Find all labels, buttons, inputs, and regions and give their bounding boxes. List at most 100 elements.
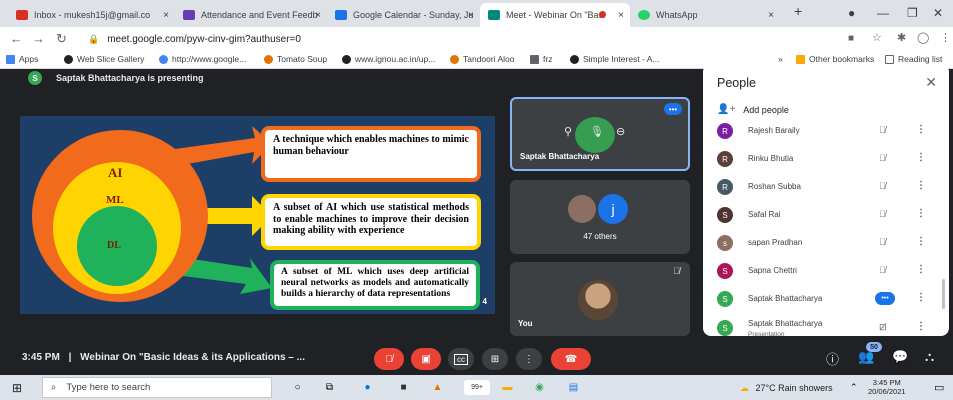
bookmark-tomato-soup[interactable]: Tomato Soup bbox=[264, 54, 327, 64]
participant-more-icon[interactable]: ⋮ bbox=[916, 264, 926, 275]
reload-icon[interactable]: ↻ bbox=[56, 31, 67, 47]
mic-off-icon[interactable]: 🎙̸ bbox=[879, 125, 886, 135]
leave-call-button[interactable]: ☎ bbox=[551, 348, 591, 370]
participant-row[interactable]: R Rinku Bhutia 🎙̸ ⋮ bbox=[703, 145, 949, 173]
participant-more-icon[interactable]: ⋮ bbox=[916, 124, 926, 135]
meeting-details[interactable]: 3:45 PM | Webinar On "Basic Ideas & its … bbox=[22, 352, 305, 363]
new-tab-button[interactable]: + bbox=[794, 3, 802, 19]
taskbar-search[interactable]: ⌕ Type here to search bbox=[42, 377, 272, 398]
bookmarks-overflow-button[interactable]: » bbox=[778, 54, 783, 64]
star-icon[interactable]: ☆ bbox=[872, 31, 882, 44]
other-bookmarks-folder[interactable]: Other bookmarks bbox=[796, 54, 874, 64]
mute-icon[interactable]: 🎙 bbox=[590, 125, 604, 138]
participant-more-icon[interactable]: ⋮ bbox=[916, 321, 926, 332]
profile-circle-icon[interactable]: ● bbox=[848, 6, 855, 20]
bookmark-ignou[interactable]: www.ignou.ac.in/up... bbox=[342, 54, 435, 64]
tile-more-options-icon[interactable]: ••• bbox=[664, 103, 682, 115]
back-arrow-icon[interactable]: ← bbox=[10, 31, 23, 46]
add-people-button[interactable]: 👤+ Add people bbox=[717, 104, 789, 115]
mic-toggle-button[interactable]: 🎙̸ bbox=[374, 348, 404, 370]
present-button[interactable]: ⊞ bbox=[482, 348, 508, 370]
reading-list-icon bbox=[885, 54, 894, 64]
reading-list-button[interactable]: Reading list bbox=[885, 54, 942, 64]
notifications-icon[interactable]: ▭ bbox=[934, 381, 944, 394]
participant-row[interactable]: S Safal Rai 🎙̸ ⋮ bbox=[703, 201, 949, 229]
meeting-separator: | bbox=[68, 352, 72, 363]
windows-start-icon[interactable]: ⊞ bbox=[12, 381, 22, 395]
participant-row[interactable]: S Sapna Chettri 🎙̸ ⋮ bbox=[703, 257, 949, 285]
tab-gmail[interactable]: Inbox - mukesh15j@gmail.co × bbox=[8, 3, 175, 27]
mic-off-icon[interactable]: 🎙̸ bbox=[879, 181, 886, 191]
self-tile[interactable]: 🎙̸ You bbox=[510, 262, 690, 336]
participant-row[interactable]: S Saptak Bhattacharya Presentation ⊡̸ ⋮ bbox=[703, 314, 949, 336]
captions-button[interactable]: cc bbox=[448, 348, 474, 370]
url-field[interactable]: 🔒 meet.google.com/pyw-cinv-gim?authuser=… bbox=[88, 30, 368, 48]
close-icon[interactable]: × bbox=[618, 10, 624, 21]
camera-toggle-button[interactable]: ▣̸ bbox=[411, 348, 441, 370]
speaking-indicator-icon[interactable]: ••• bbox=[875, 292, 895, 305]
minimize-icon[interactable]: — bbox=[877, 6, 889, 20]
remove-icon[interactable]: ⊖ bbox=[616, 125, 625, 138]
profile-avatar-icon[interactable]: ◯ bbox=[917, 31, 929, 44]
close-icon[interactable]: × bbox=[315, 10, 321, 21]
participant-more-icon[interactable]: ⋮ bbox=[916, 236, 926, 247]
bookmark-simple-interest[interactable]: Simple Interest - A... bbox=[570, 54, 660, 64]
camera-in-use-icon[interactable]: ■ bbox=[848, 33, 854, 44]
presenter-tile[interactable]: ⚲ 🎙 ⊖ ••• Saptak Bhattacharya bbox=[510, 97, 690, 171]
window-close-icon[interactable]: ✕ bbox=[933, 6, 943, 20]
participant-more-icon[interactable]: ⋮ bbox=[916, 152, 926, 163]
file-explorer-icon[interactable]: ▬ bbox=[500, 380, 515, 395]
chrome-icon[interactable]: ◉ bbox=[532, 380, 547, 395]
mic-off-icon[interactable]: 🎙̸ bbox=[879, 153, 886, 163]
weather-widget[interactable]: ☁ 27°C Rain showers bbox=[740, 383, 833, 394]
participant-count-badge: 50 bbox=[866, 342, 882, 352]
restore-icon[interactable]: ❐ bbox=[907, 6, 918, 20]
mic-off-icon[interactable]: 🎙̸ bbox=[879, 237, 886, 247]
participant-row[interactable]: R Roshan Subba 🎙̸ ⋮ bbox=[703, 173, 949, 201]
participant-row[interactable]: R Rajesh Baraily 🎙̸ ⋮ bbox=[703, 117, 949, 145]
tray-chevron-icon[interactable]: ⌃ bbox=[850, 382, 858, 393]
more-options-button[interactable]: ⋮ bbox=[516, 348, 542, 370]
edge-icon[interactable]: ● bbox=[360, 380, 375, 395]
tab-attendance-form[interactable]: Attendance and Event Feedb × bbox=[175, 3, 327, 27]
mail-badge-icon[interactable]: 99+ bbox=[464, 380, 490, 395]
tab-calendar[interactable]: Google Calendar - Sunday, Ju × bbox=[327, 3, 480, 27]
mic-off-icon[interactable]: 🎙̸ bbox=[879, 265, 886, 275]
participant-more-icon[interactable]: ⋮ bbox=[916, 292, 926, 303]
pin-icon[interactable]: ⚲ bbox=[564, 125, 572, 138]
cortana-icon[interactable]: ○ bbox=[290, 380, 305, 395]
close-icon[interactable]: ✕ bbox=[925, 74, 937, 91]
bookmark-tandoori-aloo[interactable]: Tandoori Aloo bbox=[450, 54, 515, 64]
chat-icon[interactable]: 💬 bbox=[892, 349, 908, 365]
close-icon[interactable]: × bbox=[163, 10, 169, 21]
participant-row[interactable]: S Saptak Bhattacharya ••• ⋮ bbox=[703, 285, 949, 313]
forward-arrow-icon[interactable]: → bbox=[32, 31, 45, 46]
store-icon[interactable]: ■ bbox=[396, 380, 411, 395]
system-clock[interactable]: 3:45 PM 20/06/2021 bbox=[868, 378, 906, 396]
meeting-info-icon[interactable]: ⓘ bbox=[826, 349, 839, 368]
bookmark-frz[interactable]: frz bbox=[530, 54, 552, 64]
presentation-muted-icon[interactable]: ⊡̸ bbox=[879, 322, 887, 333]
vlc-icon[interactable]: ▲ bbox=[430, 380, 445, 395]
activities-icon[interactable]: ⛬ bbox=[925, 349, 934, 365]
extensions-icon[interactable]: ✱ bbox=[897, 31, 906, 44]
people-scrollbar[interactable] bbox=[942, 279, 945, 309]
close-icon[interactable]: × bbox=[768, 10, 774, 21]
participant-more-icon[interactable]: ⋮ bbox=[916, 180, 926, 191]
participant-row[interactable]: s sapan Pradhan 🎙̸ ⋮ bbox=[703, 229, 949, 257]
participant-more-icon[interactable]: ⋮ bbox=[916, 208, 926, 219]
bookmark-apps[interactable]: Apps bbox=[6, 54, 38, 64]
close-icon[interactable]: × bbox=[468, 10, 474, 21]
menu-kebab-icon[interactable]: ⋮ bbox=[940, 31, 951, 44]
bookmark-label: Apps bbox=[19, 54, 39, 64]
task-view-icon[interactable]: ⧉ bbox=[322, 380, 337, 395]
bookmark-google[interactable]: http://www.google... bbox=[159, 54, 246, 64]
bookmark-web-slice[interactable]: Web Slice Gallery bbox=[64, 54, 144, 64]
self-video-avatar bbox=[578, 280, 618, 320]
paint-icon[interactable]: ▤ bbox=[566, 380, 581, 395]
mic-off-icon[interactable]: 🎙̸ bbox=[879, 209, 886, 219]
tab-whatsapp[interactable]: WhatsApp × bbox=[630, 3, 780, 27]
self-tile-name: You bbox=[518, 319, 533, 328]
others-tile[interactable]: j 47 others bbox=[510, 180, 690, 254]
tab-meet[interactable]: Meet - Webinar On "Basi × bbox=[480, 3, 630, 27]
